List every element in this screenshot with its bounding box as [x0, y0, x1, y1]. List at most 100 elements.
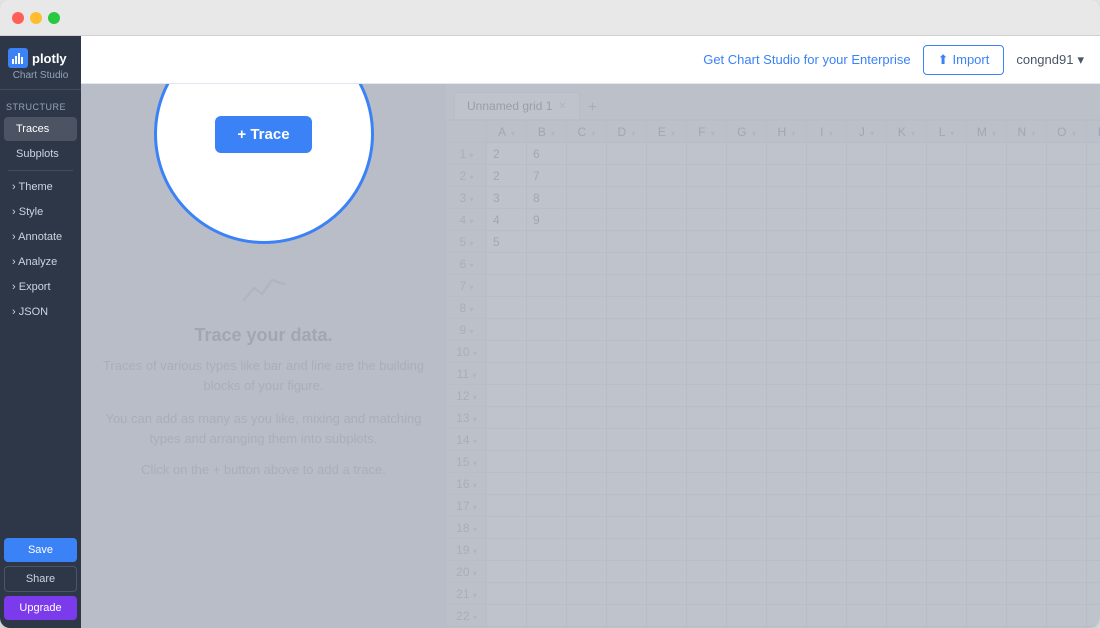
spreadsheet-cell[interactable] [647, 451, 687, 473]
spreadsheet-cell[interactable] [887, 143, 927, 165]
spreadsheet-cell[interactable] [887, 253, 927, 275]
spreadsheet-cell[interactable] [967, 209, 1007, 231]
spreadsheet-cell[interactable] [1007, 495, 1047, 517]
spreadsheet-cell[interactable] [687, 341, 727, 363]
spreadsheet-cell[interactable] [487, 363, 527, 385]
spreadsheet-cell[interactable] [927, 583, 967, 605]
spreadsheet-cell[interactable] [607, 231, 647, 253]
spreadsheet-cell[interactable] [567, 539, 607, 561]
spreadsheet-cell[interactable] [767, 143, 807, 165]
spreadsheet-cell[interactable] [607, 341, 647, 363]
spreadsheet-cell[interactable] [687, 209, 727, 231]
spreadsheet-cell[interactable] [927, 451, 967, 473]
spreadsheet-cell[interactable] [607, 495, 647, 517]
spreadsheet-cell[interactable] [647, 429, 687, 451]
grid-tab-close-icon[interactable]: ✕ [558, 101, 566, 112]
spreadsheet-cell[interactable] [727, 583, 767, 605]
spreadsheet-cell[interactable] [887, 407, 927, 429]
spreadsheet-cell[interactable] [1047, 517, 1087, 539]
spreadsheet-cell[interactable] [1047, 495, 1087, 517]
spreadsheet-cell[interactable] [1087, 143, 1100, 165]
spreadsheet-cell[interactable] [767, 363, 807, 385]
spreadsheet-cell[interactable] [647, 539, 687, 561]
spreadsheet-cell[interactable] [527, 253, 567, 275]
spreadsheet-cell[interactable] [527, 583, 567, 605]
spreadsheet-cell[interactable] [887, 473, 927, 495]
close-button[interactable] [12, 12, 24, 24]
spreadsheet-cell[interactable] [1087, 319, 1100, 341]
spreadsheet-cell[interactable] [727, 253, 767, 275]
spreadsheet-cell[interactable] [887, 165, 927, 187]
spreadsheet-cell[interactable] [1087, 583, 1100, 605]
spreadsheet-cell[interactable] [487, 517, 527, 539]
spreadsheet-cell[interactable] [607, 407, 647, 429]
spreadsheet-cell[interactable] [807, 253, 847, 275]
spreadsheet-cell[interactable] [687, 187, 727, 209]
spreadsheet-cell[interactable] [1047, 473, 1087, 495]
spreadsheet-cell[interactable] [687, 297, 727, 319]
import-button[interactable]: ⬆ Import [923, 45, 1005, 75]
spreadsheet-cell[interactable] [967, 407, 1007, 429]
spreadsheet-cell[interactable] [1007, 451, 1047, 473]
spreadsheet-cell[interactable] [1087, 495, 1100, 517]
spreadsheet-cell[interactable] [607, 319, 647, 341]
spreadsheet-cell[interactable] [727, 495, 767, 517]
spreadsheet-cell[interactable] [1007, 209, 1047, 231]
spreadsheet-cell[interactable] [967, 231, 1007, 253]
col-header-F[interactable]: F ▾ [687, 121, 727, 143]
spreadsheet-cell[interactable] [1047, 231, 1087, 253]
spreadsheet-cell[interactable] [527, 319, 567, 341]
spreadsheet-cell[interactable] [687, 253, 727, 275]
spreadsheet-cell[interactable] [967, 253, 1007, 275]
spreadsheet-cell[interactable] [767, 187, 807, 209]
spreadsheet-cell[interactable] [1007, 385, 1047, 407]
spreadsheet-cell[interactable] [527, 385, 567, 407]
spreadsheet-cell[interactable] [887, 385, 927, 407]
spreadsheet-cell[interactable] [567, 187, 607, 209]
col-header-A[interactable]: A ▾ [487, 121, 527, 143]
spreadsheet-cell[interactable] [887, 363, 927, 385]
spreadsheet-cell[interactable] [1087, 605, 1100, 627]
spreadsheet-cell[interactable] [1087, 341, 1100, 363]
spreadsheet-cell[interactable] [767, 495, 807, 517]
spreadsheet-cell[interactable] [927, 605, 967, 627]
spreadsheet-cell[interactable] [647, 209, 687, 231]
spreadsheet-cell[interactable] [1007, 165, 1047, 187]
spreadsheet-cell[interactable] [527, 407, 567, 429]
spreadsheet-cell[interactable] [807, 561, 847, 583]
spreadsheet-cell[interactable] [527, 517, 567, 539]
spreadsheet-cell[interactable] [967, 319, 1007, 341]
spreadsheet-cell[interactable] [567, 407, 607, 429]
spreadsheet-cell[interactable] [927, 319, 967, 341]
spreadsheet-cell[interactable] [687, 495, 727, 517]
spreadsheet-cell[interactable] [1007, 561, 1047, 583]
spreadsheet-cell[interactable] [607, 539, 647, 561]
spreadsheet-cell[interactable] [767, 561, 807, 583]
spreadsheet-cell[interactable] [567, 341, 607, 363]
spreadsheet-cell[interactable] [727, 363, 767, 385]
spreadsheet-cell[interactable] [727, 407, 767, 429]
add-trace-button[interactable]: + Trace [215, 116, 311, 153]
spreadsheet-cell[interactable] [847, 187, 887, 209]
spreadsheet-cell[interactable] [767, 429, 807, 451]
spreadsheet-cell[interactable] [607, 297, 647, 319]
spreadsheet-cell[interactable] [487, 385, 527, 407]
spreadsheet-cell[interactable] [687, 275, 727, 297]
spreadsheet-cell[interactable] [567, 297, 607, 319]
spreadsheet-cell[interactable]: 7 [527, 165, 567, 187]
spreadsheet-cell[interactable] [527, 297, 567, 319]
spreadsheet-cell[interactable] [647, 253, 687, 275]
spreadsheet-cell[interactable] [927, 385, 967, 407]
spreadsheet-cell[interactable]: 5 [487, 231, 527, 253]
spreadsheet-cell[interactable]: 4 [487, 209, 527, 231]
col-header-D[interactable]: D ▾ [607, 121, 647, 143]
sidebar-item-json[interactable]: › JSON [4, 300, 77, 324]
spreadsheet-cell[interactable] [567, 319, 607, 341]
spreadsheet-cell[interactable] [887, 341, 927, 363]
spreadsheet-cell[interactable] [1087, 363, 1100, 385]
spreadsheet-cell[interactable] [607, 253, 647, 275]
spreadsheet-cell[interactable] [927, 341, 967, 363]
spreadsheet-cell[interactable] [647, 165, 687, 187]
spreadsheet-cell[interactable] [807, 385, 847, 407]
spreadsheet-cell[interactable] [1007, 539, 1047, 561]
